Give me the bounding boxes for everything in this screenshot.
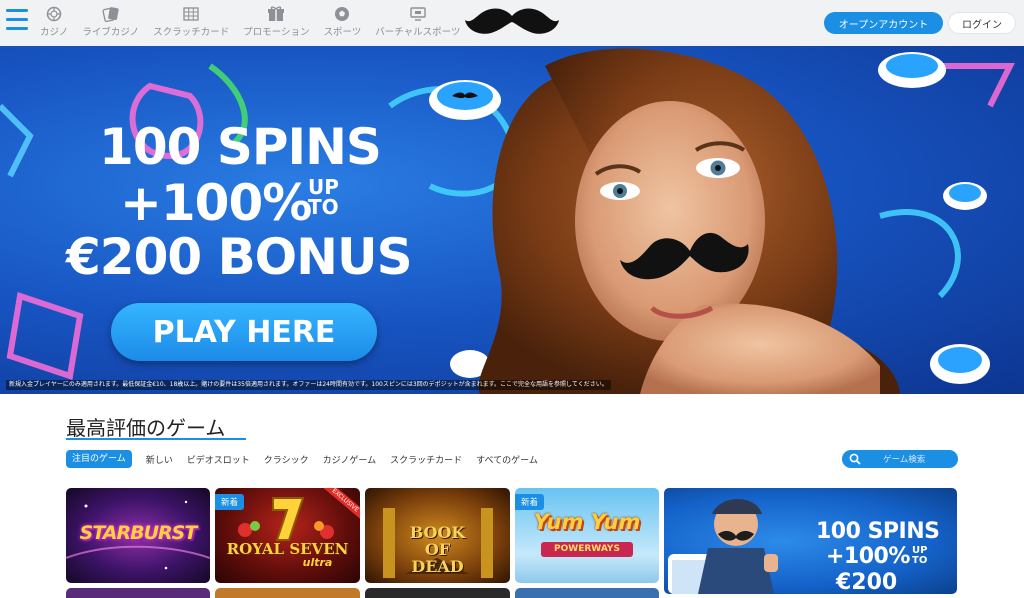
filter-classic[interactable]: クラシック xyxy=(264,453,309,466)
game-tile-starburst[interactable]: STARBURST xyxy=(66,488,210,583)
nav-item-casino[interactable]: カジノ xyxy=(40,6,68,40)
nav-item-virtual-sports[interactable]: バーチャルスポーツ xyxy=(375,6,460,40)
nav-label: スポーツ xyxy=(323,27,362,38)
promo-banner[interactable]: 100 SPINS +100% UP TO €200 BONUS PLAY HE… xyxy=(0,46,1024,394)
nav-label: スクラッチカード xyxy=(153,27,230,38)
promo-line-spins: 100 SPINS xyxy=(816,519,940,544)
banner-headline-bonus: €200 BONUS xyxy=(66,228,413,286)
main-nav: カジノ ライブカジノ スクラッチカード プロモーション スポーツ バーチャルスポ… xyxy=(40,6,474,40)
menu-icon[interactable] xyxy=(6,9,28,35)
nav-label: プロモーション xyxy=(243,27,310,38)
open-account-button[interactable]: オープンアカウント xyxy=(824,12,943,34)
filter-all-games[interactable]: すべてのゲーム xyxy=(476,453,538,466)
nav-label: ライブカジノ xyxy=(82,27,140,38)
tile-subtitle: ultra xyxy=(302,556,333,569)
top-header: カジノ ライブカジノ スクラッチカード プロモーション スポーツ バーチャルスポ… xyxy=(0,0,1024,46)
promo-line-percent: +100% xyxy=(826,544,910,569)
promo-mascot-art xyxy=(668,499,778,594)
filter-video-slots[interactable]: ビデオスロット xyxy=(187,453,250,466)
promo-upto: UP TO xyxy=(912,546,927,566)
banner-headline-spins: 100 SPINS xyxy=(99,118,382,176)
filter-tabs: 注目のゲーム 新しい ビデオスロット クラシック カジノゲーム スクラッチカード… xyxy=(66,450,552,468)
filter-scratch-cards[interactable]: スクラッチカード xyxy=(390,453,462,466)
upto-line-1: UP xyxy=(308,175,339,199)
login-button[interactable]: ログイン xyxy=(948,12,1016,34)
game-tile-book-of-dead[interactable]: BOOK OF DEAD xyxy=(365,488,510,583)
game-tile-row2[interactable] xyxy=(365,588,510,598)
promo-line-amount: €200 xyxy=(836,570,898,594)
new-badge: 新着 xyxy=(515,494,545,510)
nav-label: バーチャルスポーツ xyxy=(375,27,461,38)
filter-featured[interactable]: 注目のゲーム xyxy=(66,450,132,468)
nav-item-sports[interactable]: スポーツ xyxy=(323,6,361,40)
nav-item-scratch-cards[interactable]: スクラッチカード xyxy=(153,6,229,40)
filter-casino-games[interactable]: カジノゲーム xyxy=(323,453,377,466)
nav-item-promotions[interactable]: プロモーション xyxy=(243,6,309,40)
promo-tile[interactable]: 100 SPINS +100% UP TO €200 xyxy=(664,488,957,594)
banner-disclaimer[interactable]: 新規入金プレイヤーにのみ適用されます。最低保証金€10、18歳以上。賭けの要件は… xyxy=(6,380,611,390)
soccer-ball-icon xyxy=(333,6,351,22)
virtual-screen-icon xyxy=(409,6,427,22)
game-search-input[interactable]: ゲーム検索 xyxy=(842,450,958,468)
tile-title: BOOK OF DEAD xyxy=(409,523,466,576)
mustache-logo[interactable] xyxy=(463,4,561,40)
cards-icon xyxy=(102,6,120,22)
game-tile-yum-yum[interactable]: 新着 Yum Yum POWERWAYS xyxy=(515,488,659,583)
search-placeholder: ゲーム検索 xyxy=(883,455,926,465)
search-icon xyxy=(849,453,861,465)
upto-line-2: TO xyxy=(308,195,339,219)
title-underline xyxy=(66,438,246,440)
tile-title: STARBURST xyxy=(79,522,198,544)
game-tile-row2[interactable] xyxy=(66,588,210,598)
banner-headline-percent: +100% xyxy=(120,174,312,232)
nav-item-live-casino[interactable]: ライブカジノ xyxy=(82,6,139,40)
promo-upto-2: TO xyxy=(912,555,928,566)
play-here-button[interactable]: PLAY HERE xyxy=(111,303,377,361)
grid-icon xyxy=(182,6,200,22)
game-tile-row2[interactable] xyxy=(215,588,360,598)
section-title: 最高評価のゲーム xyxy=(66,416,226,440)
game-tile-royal-seven[interactable]: 新着 EXCLUSIVE ROYAL SEVEN ultra xyxy=(215,488,360,583)
nav-label: カジノ xyxy=(40,27,69,38)
tile-subtitle: POWERWAYS xyxy=(541,542,633,557)
banner-upto: UP TO xyxy=(308,177,339,217)
filter-new[interactable]: 新しい xyxy=(146,453,173,466)
game-tile-row2[interactable] xyxy=(515,588,659,598)
casino-chip-icon xyxy=(45,6,63,22)
tile-title: Yum Yum xyxy=(533,510,641,534)
new-badge: 新着 xyxy=(215,494,245,510)
gift-icon xyxy=(267,6,285,22)
